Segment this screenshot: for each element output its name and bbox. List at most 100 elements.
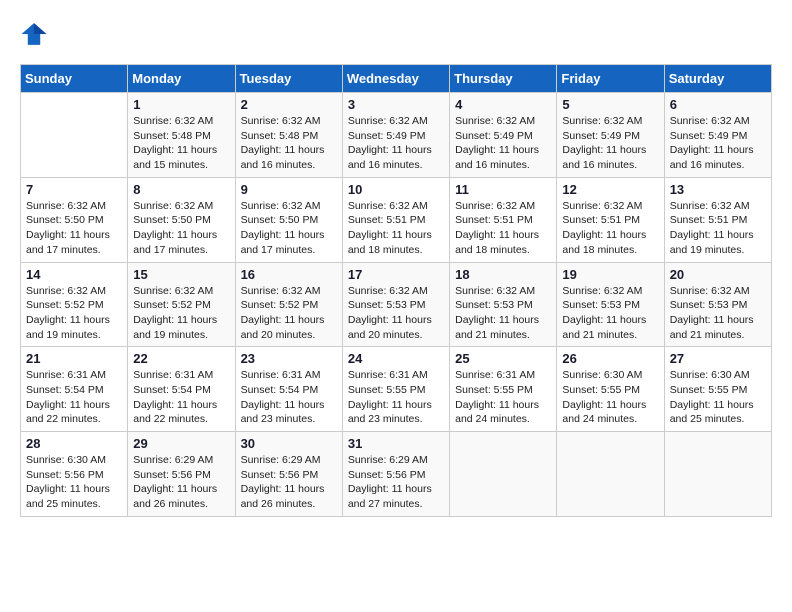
day-number: 20 [670,267,766,282]
day-number: 25 [455,351,551,366]
calendar-cell: 22 Sunrise: 6:31 AM Sunset: 5:54 PM Dayli… [128,347,235,432]
week-row-2: 7 Sunrise: 6:32 AM Sunset: 5:50 PM Daylig… [21,177,772,262]
day-number: 29 [133,436,229,451]
logo [20,20,52,48]
calendar-cell: 12 Sunrise: 6:32 AM Sunset: 5:51 PM Dayli… [557,177,664,262]
calendar-cell: 20 Sunrise: 6:32 AM Sunset: 5:53 PM Dayli… [664,262,771,347]
day-number: 2 [241,97,337,112]
cell-text: Sunrise: 6:32 AM Sunset: 5:51 PM Dayligh… [348,199,444,258]
day-number: 4 [455,97,551,112]
week-row-1: 1 Sunrise: 6:32 AM Sunset: 5:48 PM Daylig… [21,93,772,178]
calendar-cell: 14 Sunrise: 6:32 AM Sunset: 5:52 PM Dayli… [21,262,128,347]
header-row: SundayMondayTuesdayWednesdayThursdayFrid… [21,65,772,93]
calendar-cell: 27 Sunrise: 6:30 AM Sunset: 5:55 PM Dayli… [664,347,771,432]
calendar-cell: 28 Sunrise: 6:30 AM Sunset: 5:56 PM Dayli… [21,432,128,517]
day-number: 13 [670,182,766,197]
day-number: 12 [562,182,658,197]
header-tuesday: Tuesday [235,65,342,93]
cell-text: Sunrise: 6:32 AM Sunset: 5:49 PM Dayligh… [562,114,658,173]
day-number: 5 [562,97,658,112]
logo-icon [20,20,48,48]
cell-text: Sunrise: 6:32 AM Sunset: 5:53 PM Dayligh… [670,284,766,343]
calendar-cell: 2 Sunrise: 6:32 AM Sunset: 5:48 PM Daylig… [235,93,342,178]
cell-text: Sunrise: 6:32 AM Sunset: 5:52 PM Dayligh… [133,284,229,343]
week-row-3: 14 Sunrise: 6:32 AM Sunset: 5:52 PM Dayli… [21,262,772,347]
calendar-cell: 10 Sunrise: 6:32 AM Sunset: 5:51 PM Dayli… [342,177,449,262]
day-number: 15 [133,267,229,282]
calendar-cell: 30 Sunrise: 6:29 AM Sunset: 5:56 PM Dayli… [235,432,342,517]
calendar-cell: 1 Sunrise: 6:32 AM Sunset: 5:48 PM Daylig… [128,93,235,178]
day-number: 30 [241,436,337,451]
calendar-cell: 29 Sunrise: 6:29 AM Sunset: 5:56 PM Dayli… [128,432,235,517]
day-number: 11 [455,182,551,197]
header-saturday: Saturday [664,65,771,93]
calendar-cell: 5 Sunrise: 6:32 AM Sunset: 5:49 PM Daylig… [557,93,664,178]
calendar-cell [664,432,771,517]
cell-text: Sunrise: 6:32 AM Sunset: 5:50 PM Dayligh… [241,199,337,258]
cell-text: Sunrise: 6:30 AM Sunset: 5:56 PM Dayligh… [26,453,122,512]
day-number: 14 [26,267,122,282]
cell-text: Sunrise: 6:32 AM Sunset: 5:51 PM Dayligh… [562,199,658,258]
day-number: 22 [133,351,229,366]
day-number: 9 [241,182,337,197]
calendar-cell: 16Sunrise: 6:32 AM Sunset: 5:52 PM Dayli… [235,262,342,347]
day-number: 28 [26,436,122,451]
page-header [20,20,772,48]
day-number: 6 [670,97,766,112]
header-sunday: Sunday [21,65,128,93]
calendar-cell: 11 Sunrise: 6:32 AM Sunset: 5:51 PM Dayli… [450,177,557,262]
day-number: 8 [133,182,229,197]
calendar-cell: 8 Sunrise: 6:32 AM Sunset: 5:50 PM Daylig… [128,177,235,262]
cell-text: Sunrise: 6:32 AM Sunset: 5:48 PM Dayligh… [133,114,229,173]
cell-text: Sunrise: 6:29 AM Sunset: 5:56 PM Dayligh… [348,453,444,512]
calendar-cell: 31 Sunrise: 6:29 AM Sunset: 5:56 PM Dayli… [342,432,449,517]
calendar-cell: 24 Sunrise: 6:31 AM Sunset: 5:55 PM Dayli… [342,347,449,432]
cell-text: Sunrise: 6:31 AM Sunset: 5:54 PM Dayligh… [133,368,229,427]
cell-text: Sunrise: 6:29 AM Sunset: 5:56 PM Dayligh… [241,453,337,512]
cell-text: Sunrise: 6:30 AM Sunset: 5:55 PM Dayligh… [670,368,766,427]
calendar-cell: 21Sunrise: 6:31 AM Sunset: 5:54 PM Dayli… [21,347,128,432]
cell-text: Sunrise: 6:32 AM Sunset: 5:49 PM Dayligh… [455,114,551,173]
cell-text: Sunrise: 6:32 AM Sunset: 5:51 PM Dayligh… [670,199,766,258]
day-number: 27 [670,351,766,366]
day-number: 24 [348,351,444,366]
cell-text: Sunrise: 6:32 AM Sunset: 5:53 PM Dayligh… [348,284,444,343]
day-number: 10 [348,182,444,197]
calendar-cell: 26Sunrise: 6:30 AM Sunset: 5:55 PM Dayli… [557,347,664,432]
calendar-table: SundayMondayTuesdayWednesdayThursdayFrid… [20,64,772,517]
day-number: 21 [26,351,122,366]
day-number: 19 [562,267,658,282]
calendar-cell: 3Sunrise: 6:32 AM Sunset: 5:49 PM Daylig… [342,93,449,178]
calendar-cell: 15 Sunrise: 6:32 AM Sunset: 5:52 PM Dayli… [128,262,235,347]
cell-text: Sunrise: 6:31 AM Sunset: 5:54 PM Dayligh… [241,368,337,427]
calendar-cell: 13 Sunrise: 6:32 AM Sunset: 5:51 PM Dayli… [664,177,771,262]
cell-text: Sunrise: 6:32 AM Sunset: 5:52 PM Dayligh… [26,284,122,343]
calendar-cell: 23 Sunrise: 6:31 AM Sunset: 5:54 PM Dayli… [235,347,342,432]
day-number: 18 [455,267,551,282]
cell-text: Sunrise: 6:32 AM Sunset: 5:51 PM Dayligh… [455,199,551,258]
header-monday: Monday [128,65,235,93]
cell-text: Sunrise: 6:31 AM Sunset: 5:55 PM Dayligh… [455,368,551,427]
day-number: 26 [562,351,658,366]
cell-text: Sunrise: 6:31 AM Sunset: 5:55 PM Dayligh… [348,368,444,427]
day-number: 1 [133,97,229,112]
cell-text: Sunrise: 6:32 AM Sunset: 5:50 PM Dayligh… [133,199,229,258]
day-number: 23 [241,351,337,366]
cell-text: Sunrise: 6:29 AM Sunset: 5:56 PM Dayligh… [133,453,229,512]
cell-text: Sunrise: 6:32 AM Sunset: 5:52 PM Dayligh… [241,284,337,343]
calendar-cell: 18 Sunrise: 6:32 AM Sunset: 5:53 PM Dayli… [450,262,557,347]
calendar-cell: 19Sunrise: 6:32 AM Sunset: 5:53 PM Dayli… [557,262,664,347]
cell-text: Sunrise: 6:32 AM Sunset: 5:48 PM Dayligh… [241,114,337,173]
cell-text: Sunrise: 6:32 AM Sunset: 5:49 PM Dayligh… [348,114,444,173]
header-friday: Friday [557,65,664,93]
week-row-5: 28 Sunrise: 6:30 AM Sunset: 5:56 PM Dayli… [21,432,772,517]
cell-text: Sunrise: 6:32 AM Sunset: 5:53 PM Dayligh… [455,284,551,343]
week-row-4: 21 Sunrise: 6:31 AM Sunset: 5:54 PM Dayli… [21,347,772,432]
day-number: 7 [26,182,122,197]
calendar-cell [450,432,557,517]
day-number: 31 [348,436,444,451]
day-number: 17 [348,267,444,282]
calendar-cell [21,93,128,178]
header-thursday: Thursday [450,65,557,93]
header-wednesday: Wednesday [342,65,449,93]
